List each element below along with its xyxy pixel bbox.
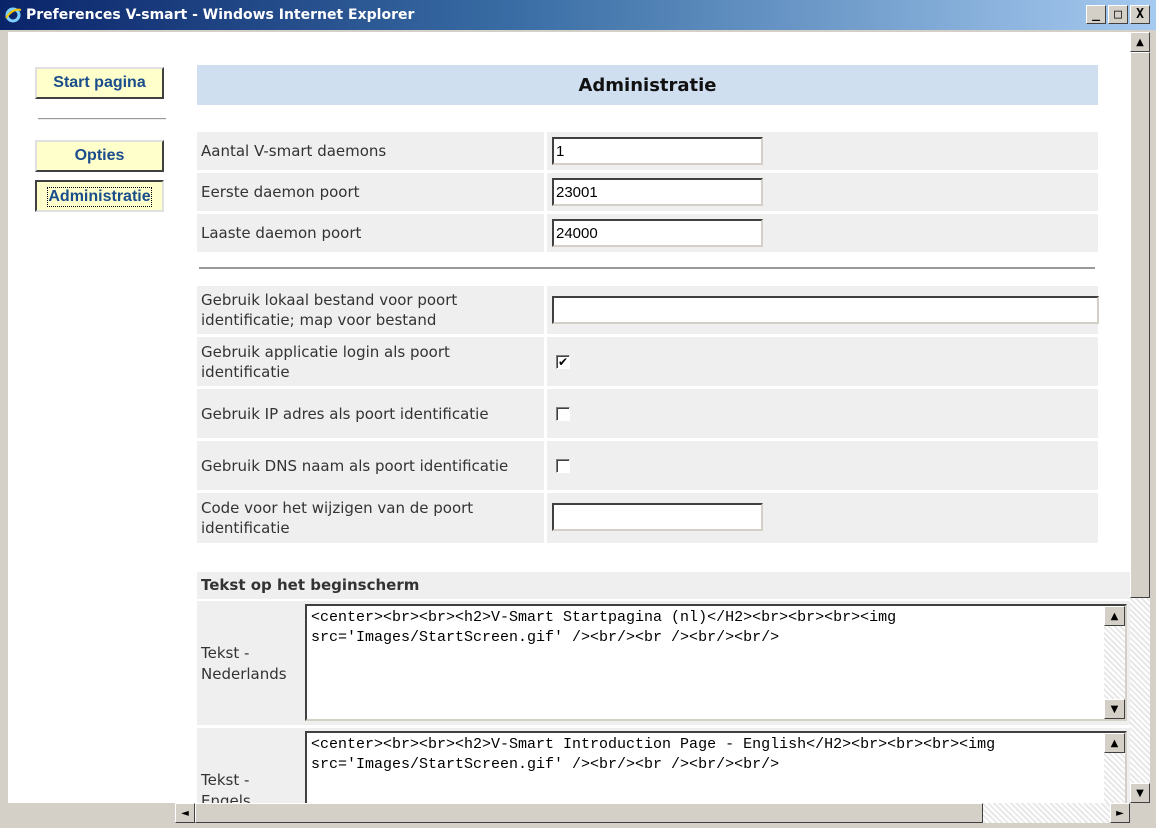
- ip-address-label: Gebruik IP adres als poort identificatie: [201, 404, 489, 423]
- dutch-text-label: Tekst - Nederlands: [201, 644, 287, 683]
- form-row-dns-name: Gebruik DNS naam als poort identificatie: [197, 441, 1098, 490]
- form-row-app-login: Gebruik applicatie login als poort ident…: [197, 337, 1098, 386]
- options-label: Opties: [74, 147, 125, 164]
- window-horizontal-scroll-thumb[interactable]: [195, 803, 983, 823]
- daemons-label: Aantal V-smart daemons: [201, 142, 387, 160]
- window-scroll-down-button[interactable]: ▼: [1130, 783, 1150, 803]
- window-vertical-scroll-thumb[interactable]: [1130, 52, 1150, 598]
- window-titlebar: Preferences V-smart - Windows Internet E…: [0, 0, 1156, 30]
- change-code-input[interactable]: [552, 503, 763, 531]
- close-button[interactable]: X: [1130, 5, 1150, 24]
- window-scroll-up-button[interactable]: ▲: [1130, 32, 1150, 52]
- local-file-input[interactable]: [552, 296, 1099, 324]
- internet-explorer-icon: [4, 6, 22, 24]
- text-row-dutch: Tekst - Nederlands <center><br><br><h2>V…: [197, 601, 1130, 725]
- daemons-input[interactable]: 1: [552, 137, 763, 165]
- dutch-scroll-down-button[interactable]: ▼: [1104, 699, 1125, 719]
- start-text-section-title: Tekst op het beginscherm: [197, 572, 1130, 599]
- dutch-text-value: <center><br><br><h2>V-Smart Startpagina …: [311, 609, 906, 646]
- local-file-label: Gebruik lokaal bestand voor poort identi…: [201, 291, 458, 329]
- english-scroll-up-button[interactable]: ▲: [1104, 733, 1125, 753]
- english-text-scrollbar[interactable]: ▲: [1104, 733, 1125, 803]
- dns-name-checkbox[interactable]: [556, 459, 570, 473]
- dns-name-label: Gebruik DNS naam als poort identificatie: [201, 456, 509, 475]
- form-row-change-code: Code voor het wijzigen van de poort iden…: [197, 493, 1098, 543]
- first-port-label: Eerste daemon poort: [201, 183, 360, 201]
- ip-address-checkbox[interactable]: [556, 407, 570, 421]
- text-row-english: Tekst - Engels <center><br><br><h2>V-Sma…: [197, 728, 1130, 803]
- window-vertical-scrollbar[interactable]: ▲ ▼: [1130, 32, 1150, 803]
- start-page-label: Start pagina: [53, 74, 146, 91]
- administration-label: Administratie: [47, 186, 152, 207]
- window-scroll-left-button[interactable]: ◄: [175, 803, 195, 823]
- maximize-button[interactable]: □: [1108, 5, 1128, 24]
- minimize-button[interactable]: _: [1086, 5, 1106, 24]
- app-login-checkbox[interactable]: ✔: [556, 355, 570, 369]
- english-text-label: Tekst - Engels: [201, 771, 251, 803]
- start-page-button[interactable]: Start pagina: [35, 67, 164, 99]
- dutch-text-area[interactable]: <center><br><br><h2>V-Smart Startpagina …: [305, 604, 1127, 721]
- app-login-label: Gebruik applicatie login als poort ident…: [201, 342, 450, 381]
- section-divider: [199, 267, 1095, 270]
- english-text-value: <center><br><br><h2>V-Smart Introduction…: [311, 736, 1005, 773]
- last-port-label: Laaste daemon poort: [201, 224, 362, 242]
- last-port-input[interactable]: 24000: [552, 219, 763, 247]
- first-port-input[interactable]: 23001: [552, 178, 763, 206]
- window-title: Preferences V-smart - Windows Internet E…: [26, 7, 415, 23]
- form-row-ip-address: Gebruik IP adres als poort identificatie: [197, 389, 1098, 438]
- window-scroll-right-button[interactable]: ►: [1110, 803, 1130, 823]
- change-code-label: Code voor het wijzigen van de poort iden…: [201, 499, 474, 537]
- english-text-area[interactable]: <center><br><br><h2>V-Smart Introduction…: [305, 731, 1127, 803]
- administration-button[interactable]: Administratie: [35, 180, 164, 212]
- page-content: Start pagina Opties Administratie Admini…: [8, 32, 1130, 803]
- options-button[interactable]: Opties: [35, 140, 164, 172]
- form-row-last-port: Laaste daemon poort 24000: [197, 214, 1098, 252]
- form-row-local-file: Gebruik lokaal bestand voor poort identi…: [197, 286, 1099, 334]
- dutch-scroll-up-button[interactable]: ▲: [1104, 606, 1125, 626]
- window-horizontal-scrollbar[interactable]: ◄ ►: [175, 803, 1130, 823]
- form-row-daemons: Aantal V-smart daemons 1: [197, 132, 1098, 170]
- page-title: Administratie: [197, 65, 1098, 105]
- dutch-text-scrollbar[interactable]: ▲ ▼: [1104, 606, 1125, 719]
- form-row-first-port: Eerste daemon poort 23001: [197, 173, 1098, 211]
- nav-divider: [38, 118, 166, 120]
